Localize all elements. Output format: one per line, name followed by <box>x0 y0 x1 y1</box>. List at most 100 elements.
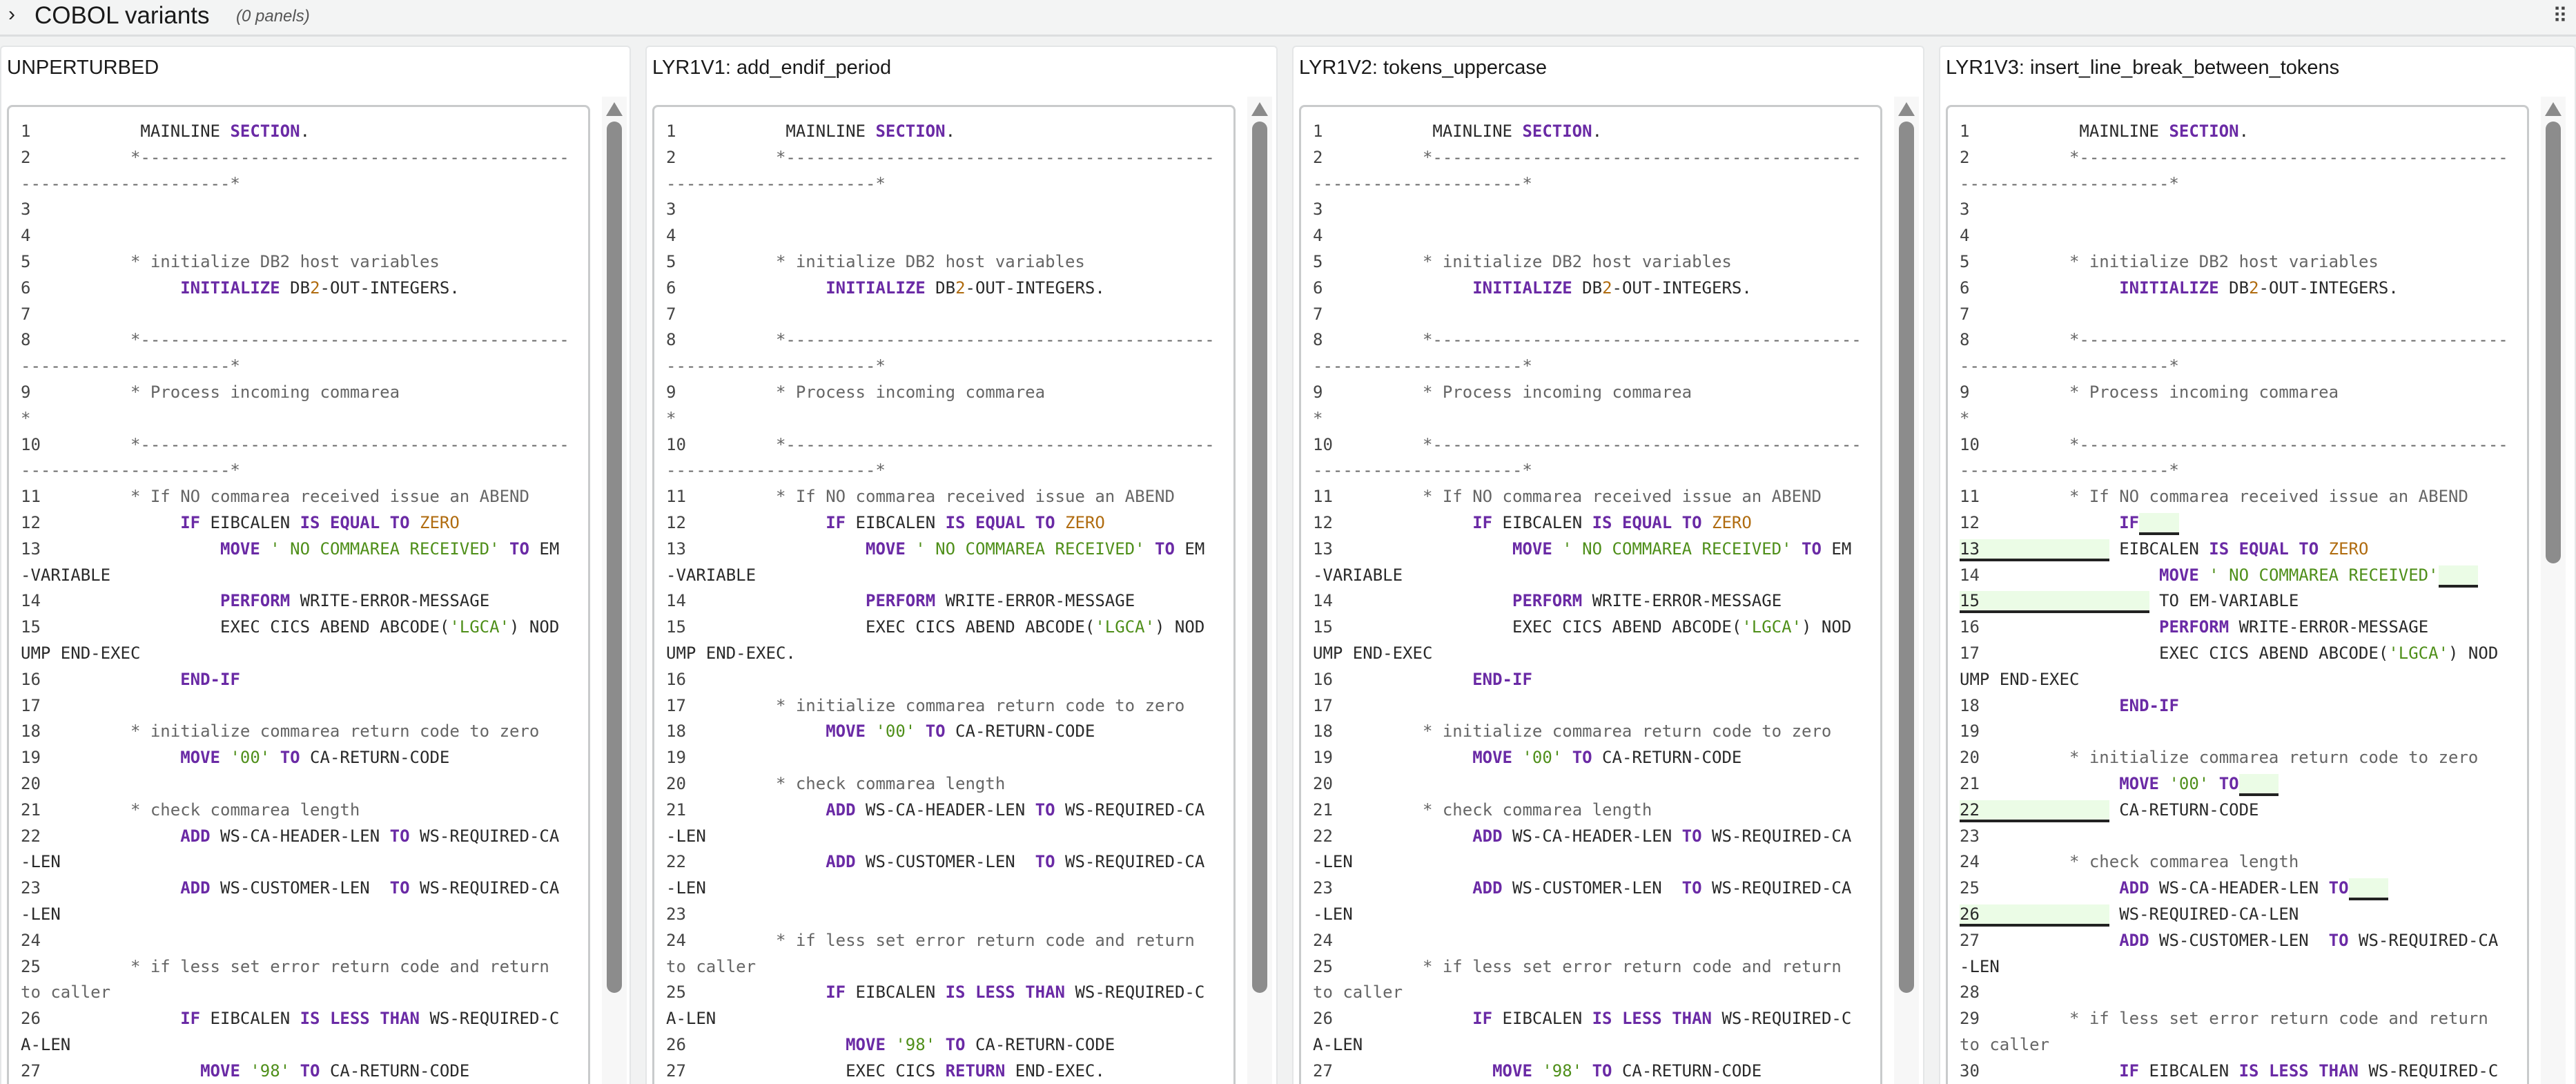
keyword-token: TO <box>390 878 410 898</box>
comment-token: ---------------------* <box>21 174 240 193</box>
code-token <box>1980 513 2119 532</box>
string-token: 'LGCA' <box>1741 617 1802 637</box>
line-number: 8 <box>666 330 676 349</box>
line-number: 19 <box>21 748 41 767</box>
code-line: 25 ADD WS-CA-HEADER-LEN TO <box>1960 875 2508 902</box>
code-line: 12 IF EIBCALEN IS EQUAL TO ZERO <box>1313 510 1862 536</box>
comment-token: * <box>1313 409 1323 428</box>
code-line: ---------------------* <box>1313 354 1862 380</box>
code-view[interactable]: 1 MAINLINE SECTION.2 *------------------… <box>1299 105 1882 1084</box>
code-token <box>866 722 875 741</box>
keyword-token: TO <box>1035 852 1055 871</box>
keyword-token: MOVE <box>2159 565 2199 585</box>
line-number: 2 <box>1960 148 1969 167</box>
string-token: 'LGCA' <box>2388 643 2448 663</box>
keyword-token: IS EQUAL TO <box>2209 539 2319 559</box>
code-token: WS-CA-HEADER-LEN <box>1503 826 1682 846</box>
line-number: 5 <box>1313 252 1323 271</box>
scroll-up-arrow-icon[interactable] <box>1251 102 1268 116</box>
comment-token: * if less set error return code and retu… <box>41 957 549 976</box>
code-line: 2 *-------------------------------------… <box>21 145 569 171</box>
code-line: 10 *------------------------------------… <box>1313 432 1862 458</box>
code-token <box>1980 774 2119 793</box>
code-token: -OUT-INTEGERS. <box>320 278 460 298</box>
code-token <box>686 983 826 1002</box>
code-line: 10 *------------------------------------… <box>21 432 569 458</box>
panel-title: LYR1V1: add_endif_period <box>652 57 891 79</box>
string-token: '98' <box>895 1035 935 1054</box>
code-token <box>1333 591 1512 610</box>
comment-token: *---------------------------------------… <box>41 435 569 454</box>
code-token: -OUT-INTEGERS. <box>966 278 1105 298</box>
keyword-token: TO <box>300 1061 320 1081</box>
comment-token: *---------------------------------------… <box>676 148 1214 167</box>
keyword-token: TO <box>1155 539 1175 559</box>
code-token: CA-RETURN-CODE <box>320 1061 470 1081</box>
keyword-token: IF <box>2119 1061 2139 1081</box>
scroll-up-arrow-icon[interactable] <box>2545 102 2562 116</box>
code-token: WRITE-ERROR-MESSAGE <box>290 591 489 610</box>
line-number: 21 <box>1313 800 1333 820</box>
keyword-token: ADD <box>826 800 855 820</box>
keyword-token: MOVE <box>1472 748 1512 767</box>
code-token: -LEN <box>1960 957 2000 976</box>
panel-lyr1v3: LYR1V3: insert_line_break_between_tokens… <box>1939 46 2576 1084</box>
inserted-whitespace <box>2239 774 2279 796</box>
code-token <box>1333 670 1472 689</box>
code-token: -LEN <box>1313 904 1353 924</box>
comment-token: * initialize commarea return code to zer… <box>41 722 539 741</box>
code-token: MAINLINE <box>30 122 230 141</box>
code-token: -VARIABLE <box>1313 565 1403 585</box>
keyword-token: ADD <box>826 852 855 871</box>
code-token: EXEC CICS <box>686 1061 946 1081</box>
line-number: 5 <box>666 252 676 271</box>
code-line: ---------------------* <box>1960 458 2508 484</box>
line-number: 23 <box>1313 878 1333 898</box>
code-token <box>2159 774 2169 793</box>
code-view[interactable]: 1 MAINLINE SECTION.2 *------------------… <box>7 105 590 1084</box>
code-token: EXEC CICS ABEND ABCODE( <box>1333 617 1741 637</box>
keyword-token: TO <box>1802 539 1822 559</box>
comment-token: * <box>21 409 30 428</box>
section-header[interactable]: › COBOL variants (0 panels) ⠿ <box>0 0 2576 37</box>
inserted-whitespace <box>2139 513 2179 535</box>
code-token: . <box>300 122 310 141</box>
code-token: . <box>2239 122 2249 141</box>
line-number: 19 <box>666 748 686 767</box>
keyword-token: IF <box>1472 513 1492 532</box>
scroll-up-arrow-icon[interactable] <box>606 102 623 116</box>
code-view[interactable]: 1 MAINLINE SECTION.2 *------------------… <box>652 105 1236 1084</box>
code-view[interactable]: 1 MAINLINE SECTION.2 *------------------… <box>1946 105 2529 1084</box>
scrollbar-thumb[interactable] <box>607 122 622 993</box>
line-number: 18 <box>1313 722 1333 741</box>
code-line: 13 MOVE ' NO COMMAREA RECEIVED' TO EM <box>666 536 1215 563</box>
scrollbar-thumb[interactable] <box>2546 122 2561 563</box>
code-line: to caller <box>21 980 569 1006</box>
code-line: 24 <box>1313 928 1862 954</box>
line-number: 18 <box>21 722 41 741</box>
code-token: EIBCALEN <box>200 1009 300 1028</box>
code-token <box>1333 1061 1492 1081</box>
comment-token: * If NO commarea received issue an ABEND <box>1333 487 1822 506</box>
code-line: 19 <box>666 745 1215 771</box>
comment-token: *---------------------------------------… <box>1323 148 1861 167</box>
panel-lyr1v1: LYR1V1: add_endif_period 1 MAINLINE SECT… <box>645 46 1278 1084</box>
code-line: * <box>21 406 569 432</box>
code-line: 30 IF EIBCALEN IS LESS THAN WS-REQUIRED-… <box>1960 1058 2508 1084</box>
keyword-token: INITIALIZE <box>1472 278 1572 298</box>
code-content: 1 MAINLINE SECTION.2 *------------------… <box>1313 119 1862 1084</box>
code-token <box>500 539 509 559</box>
keyword-token: MOVE <box>2119 774 2159 793</box>
scroll-up-arrow-icon[interactable] <box>1898 102 1915 116</box>
line-number: 22 <box>21 826 41 846</box>
scrollbar-thumb[interactable] <box>1899 122 1914 993</box>
drag-handle-icon[interactable]: ⠿ <box>2553 4 2566 28</box>
chevron-right-icon[interactable]: › <box>8 3 15 26</box>
keyword-token: MOVE <box>1492 1061 1532 1081</box>
line-number: 4 <box>666 226 676 245</box>
scrollbar-thumb[interactable] <box>1252 122 1267 993</box>
code-token: -VARIABLE <box>21 565 110 585</box>
code-line: 9 * Process incoming commarea <box>21 380 569 406</box>
code-token <box>1969 278 2119 298</box>
code-line: 27 MOVE '98' TO CA-RETURN-CODE <box>1313 1058 1862 1084</box>
